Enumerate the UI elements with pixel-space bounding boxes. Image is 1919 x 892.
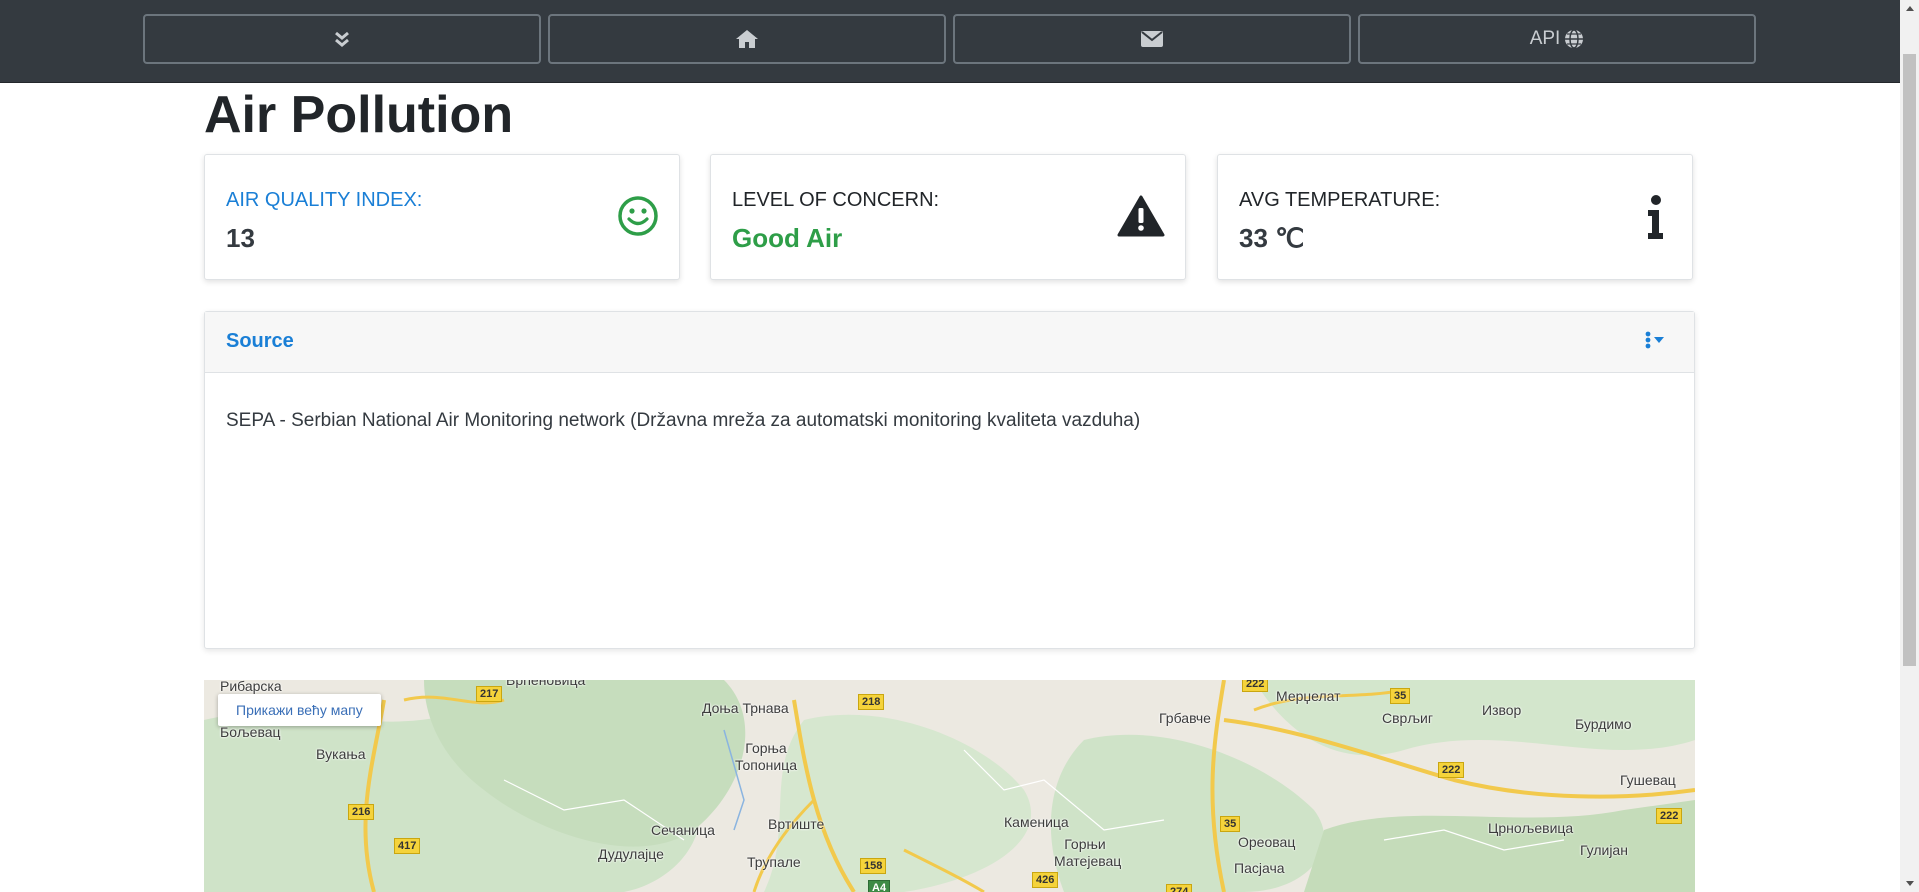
scroll-down-arrow-icon[interactable] (1900, 875, 1919, 892)
temperature-card: AVG TEMPERATURE: 33 ℃ (1217, 154, 1693, 280)
map-place: Горња Топоница (735, 740, 797, 773)
caret-down-icon (1654, 337, 1664, 343)
scroll-down-button[interactable] (143, 14, 541, 64)
concern-label: LEVEL OF CONCERN: (732, 189, 940, 211)
chevron-double-down-icon (335, 31, 349, 47)
globe-icon (1565, 29, 1584, 49)
aqi-card: AIR QUALITY INDEX: 13 (204, 154, 680, 280)
map-place: Гушевац (1620, 772, 1676, 788)
map-place: Вукања (316, 746, 366, 762)
view-larger-map-button[interactable]: Прикажи већу мапу (218, 694, 381, 726)
home-icon (736, 30, 758, 48)
api-button[interactable]: API (1358, 14, 1756, 64)
source-panel: Source SEPA - Serbian National Air Monit… (204, 311, 1695, 649)
map-route-label: 222 (1656, 808, 1683, 824)
map-place: Гулијан (1580, 842, 1628, 858)
info-icon (1648, 195, 1663, 239)
concern-value: Good Air (732, 223, 843, 253)
source-panel-header: Source (205, 312, 1694, 373)
map-route-label: 217 (476, 686, 503, 702)
home-button[interactable] (548, 14, 946, 64)
map-place: Извор (1482, 702, 1522, 718)
map-place: Бурдимо (1575, 716, 1632, 732)
api-label: API (1529, 28, 1561, 49)
top-navbar: API (0, 0, 1900, 83)
aqi-value: 13 (226, 223, 255, 253)
scrollbar-thumb[interactable] (1903, 54, 1916, 666)
map-place: Горњи Матејевац (1054, 836, 1122, 869)
aqi-label: AIR QUALITY INDEX: (226, 189, 423, 211)
source-title: Source (226, 330, 294, 352)
map-route-label: 222 (1242, 680, 1269, 692)
smiley-icon (618, 196, 658, 236)
map-route-label: 35 (1390, 688, 1411, 704)
map-place: Трупале (747, 854, 801, 870)
map-place: Вртиште (768, 816, 825, 832)
map-place: Пасјача (1234, 860, 1285, 876)
map-route-label: 274 (1166, 884, 1193, 892)
source-text: SEPA - Serbian National Air Monitoring n… (226, 410, 1141, 431)
map-route-label: A4 (868, 880, 891, 892)
map-route-label: 426 (1032, 872, 1059, 888)
temperature-label: AVG TEMPERATURE: (1239, 189, 1441, 211)
map-place: Сечаница (651, 822, 715, 838)
kebab-icon (1645, 331, 1651, 349)
vertical-scrollbar[interactable] (1900, 0, 1919, 892)
map-place: Каменица (1004, 814, 1069, 830)
page-title: Air Pollution (204, 86, 514, 144)
map-place: Грбавче (1159, 710, 1211, 726)
contact-button[interactable] (953, 14, 1351, 64)
map-route-label: 216 (348, 804, 375, 820)
map-place: Рибарска (220, 680, 282, 694)
map-background (204, 680, 1695, 892)
map-embed[interactable]: Прикажи већу мапу Рибарска Врћеновица Бо… (204, 680, 1695, 892)
source-menu-toggle[interactable] (1645, 331, 1664, 349)
map-route-label: 35 (1220, 816, 1241, 832)
map-place: Врћеновица (506, 680, 586, 688)
scroll-up-arrow-icon[interactable] (1900, 0, 1919, 17)
map-route-label: 417 (394, 838, 421, 854)
map-place: Сврљиг (1382, 710, 1433, 726)
map-place: Доња Трнава (702, 700, 789, 716)
map-place: Бољевац (220, 724, 281, 740)
map-route-label: 222 (1438, 762, 1465, 778)
warning-icon (1117, 195, 1165, 237)
map-route-label: 158 (860, 858, 887, 874)
concern-card: LEVEL OF CONCERN: Good Air (710, 154, 1186, 280)
map-place: Дудулајце (598, 846, 664, 862)
map-place: Црнољевица (1488, 820, 1574, 836)
map-route-label: 218 (858, 694, 885, 710)
envelope-icon (1141, 31, 1163, 47)
temperature-value: 33 ℃ (1239, 223, 1305, 253)
map-place: Мерџелат (1276, 688, 1341, 704)
map-place: Ореовац (1238, 834, 1296, 850)
